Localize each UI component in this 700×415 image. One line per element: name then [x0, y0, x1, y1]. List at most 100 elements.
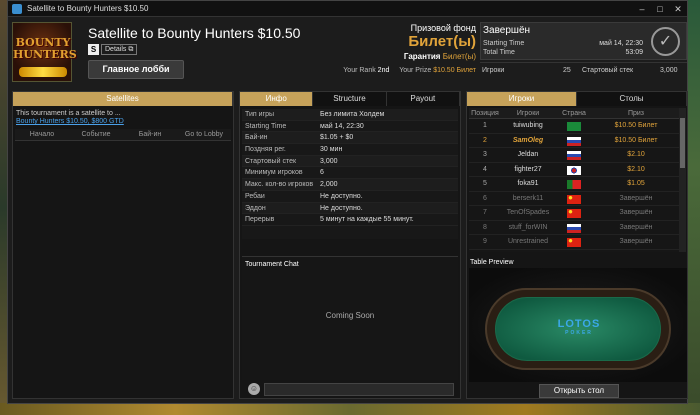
details-label: Details [105, 46, 127, 53]
player-row[interactable]: 3 Jeldan $2.10 [469, 148, 679, 163]
players-scrollbar[interactable] [679, 108, 686, 252]
players-value: 25 [563, 67, 571, 74]
player-row[interactable]: 6 berserk11 Завершён [469, 192, 679, 206]
players-panel: Игроки Столы Позиция Игроки Страна Приз … [466, 91, 688, 399]
table-logo: LOTOS POKER [496, 318, 662, 336]
info-key: Starting Time [245, 122, 287, 130]
info-value: Без лимита Холдем [320, 111, 385, 118]
info-key: Бай-ин [245, 134, 268, 142]
poker-table: LOTOS POKER [485, 288, 671, 370]
player-name: stuff_forWIN [508, 223, 548, 231]
title-bar[interactable]: Satellite to Bounty Hunters $10.50 – □ ✕ [8, 1, 687, 17]
player-prize: $1.05 [627, 180, 645, 187]
player-name: foka91 [517, 180, 539, 187]
info-panel: Инфо Structure Payout Тип игры Без лимита… [239, 91, 461, 399]
flag-korea-icon [567, 165, 581, 175]
player-position: 2 [483, 136, 487, 144]
player-row[interactable]: 8 stuff_forWIN Завершён [469, 221, 679, 235]
tournament-logo: BOUNTY HUNTERS [12, 22, 77, 82]
tab-payout[interactable]: Payout [386, 92, 460, 106]
maximize-button[interactable]: □ [651, 2, 669, 16]
tournament-chat: Tournament Chat Coming Soon [242, 256, 458, 380]
info-value: Не доступно. [320, 204, 363, 212]
starting-time-value: май 14, 22:30 [599, 40, 643, 47]
player-name: Unrestrained [507, 238, 549, 245]
flag-china-icon [567, 194, 581, 204]
starting-stack-label: Стартовый стек [582, 67, 634, 74]
your-rank-label: Your Rank [343, 67, 376, 74]
info-key: Поздняя рег. [245, 146, 286, 154]
logo-text: BOUNTY HUNTERS [13, 36, 77, 61]
table-preview: LOTOS POKER [469, 268, 687, 382]
total-time-value: 53:09 [625, 49, 643, 56]
col-prize[interactable]: Приз [593, 108, 679, 118]
satellites-table-header: Начало Событие Бай-ин Go to Lobby [15, 129, 231, 141]
tab-info[interactable]: Инфо [240, 92, 314, 106]
player-position: 7 [483, 209, 487, 216]
details-button[interactable]: Details ⧉ [101, 44, 138, 55]
background-right [686, 0, 700, 415]
tab-satellites[interactable]: Satellites [13, 92, 233, 106]
completed-check-icon: ✓ [651, 27, 680, 56]
col-buyin[interactable]: Бай-ин [123, 129, 177, 140]
info-table: Тип игры Без лимита Холдем Starting Time ма… [242, 109, 458, 239]
main-lobby-button[interactable]: Главное лобби [88, 60, 184, 79]
player-row[interactable]: 7 TenOfSpades Завершён [469, 206, 679, 221]
guarantee-label: Гарантия [403, 52, 441, 61]
player-row[interactable]: 5 foka91 $1.05 [469, 177, 679, 192]
flag-saudi-icon [567, 122, 581, 131]
minimize-button[interactable]: – [633, 2, 651, 16]
col-players[interactable]: Игроки [501, 108, 555, 118]
table-preview-title: Table Preview [470, 259, 514, 266]
info-row: Макс. кол-во игроков 2,000 [242, 179, 458, 191]
background-bottom [0, 403, 700, 415]
col-start[interactable]: Начало [15, 129, 69, 140]
players-label: Игроки [482, 67, 505, 74]
info-key: Перерыв [245, 216, 275, 224]
player-position: 6 [483, 194, 487, 202]
app-icon [12, 3, 22, 14]
status-title: Завершён [483, 25, 531, 36]
table-logo-text: LOTOS [557, 318, 601, 330]
satellite-description: This tournament is a satellite to ... [16, 110, 121, 117]
chat-title: Tournament Chat [245, 261, 299, 268]
col-event[interactable]: Событие [69, 129, 123, 140]
tab-players[interactable]: Игроки [467, 92, 577, 106]
scroll-thumb[interactable] [680, 118, 685, 168]
external-link-icon: ⧉ [128, 46, 134, 53]
player-prize: Завершён [619, 209, 653, 216]
col-position[interactable]: Позиция [469, 108, 501, 118]
tournament-name: Satellite to Bounty Hunters $10.50 [88, 25, 301, 41]
player-row[interactable]: 2 SamOleg $10.50 Билет [469, 134, 679, 148]
close-button[interactable]: ✕ [669, 2, 687, 16]
starting-time-label: Starting Time [483, 40, 525, 47]
player-prize: Завершён [619, 223, 653, 231]
info-row: Перерыв 5 минут на каждые 55 минут. [242, 214, 458, 226]
player-position: 5 [483, 180, 487, 187]
player-position: 3 [483, 151, 487, 158]
info-value: май 14, 22:30 [320, 122, 364, 130]
player-country [555, 119, 593, 133]
guarantee: Гарантия Билет(ы) [404, 52, 476, 61]
total-time-label: Total Time [483, 49, 515, 56]
open-table-button[interactable]: Открыть стол [539, 384, 619, 398]
emoji-icon[interactable]: ☺ [248, 383, 260, 395]
col-country[interactable]: Страна [555, 108, 593, 118]
tab-structure[interactable]: Structure [313, 92, 387, 106]
player-name: SamOleg [512, 136, 544, 144]
tournament-header: BOUNTY HUNTERS Satellite to Bounty Hunte… [8, 18, 687, 86]
player-prize: $10.50 Билет [614, 136, 658, 144]
tab-tables[interactable]: Столы [577, 92, 687, 106]
player-row[interactable]: 9 Unrestrained Завершён [469, 235, 679, 250]
status-box: Завершён Starting Time май 14, 22:30 Tot… [480, 22, 687, 60]
player-row[interactable]: 1 tuiwubing $10.50 Билет [469, 119, 679, 134]
player-country [555, 206, 593, 220]
col-go-to-lobby[interactable]: Go to Lobby [177, 129, 231, 140]
coins-graphic [19, 67, 67, 77]
info-row: Эддон Не доступно. [242, 202, 458, 215]
player-row[interactable]: 4 fighter27 $2.10 [469, 163, 679, 177]
player-country [555, 177, 593, 191]
player-prize: $2.10 [627, 165, 645, 173]
satellite-target-link[interactable]: Bounty Hunters $10.50, $800 GTD [13, 117, 233, 125]
chat-input[interactable] [264, 383, 454, 396]
